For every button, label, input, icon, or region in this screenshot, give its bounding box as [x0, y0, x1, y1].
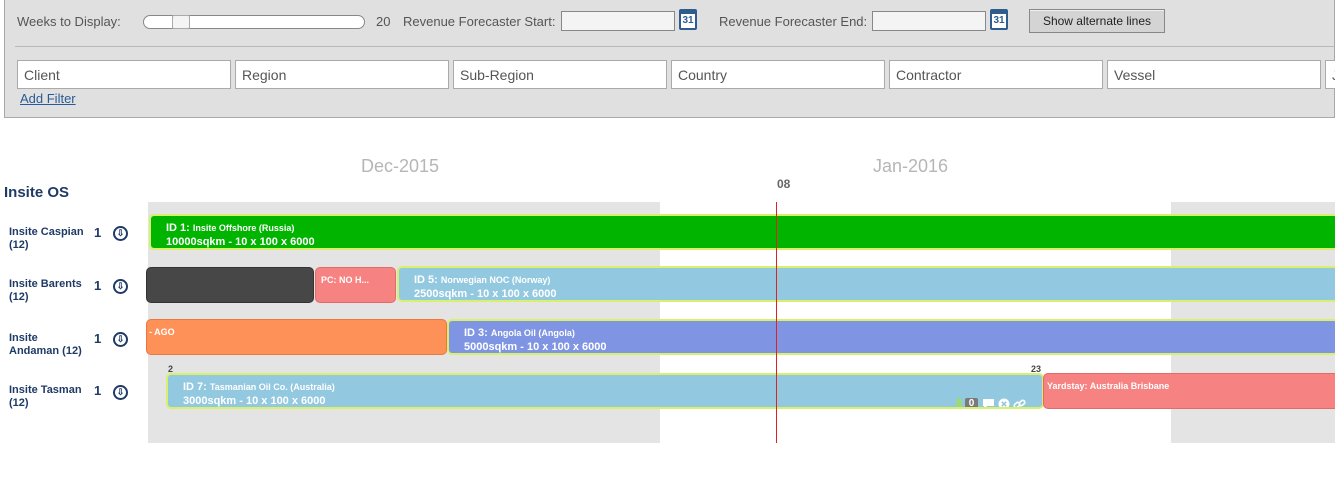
today-week-label: 08	[777, 177, 791, 191]
schedule-bar[interactable]: - AGO	[146, 319, 447, 355]
row-sub: (12)	[9, 239, 29, 251]
month-label: Dec-2015	[361, 156, 440, 176]
row-name: Insite	[9, 332, 38, 344]
bar-client: Norwegian NOC (Norway)	[440, 275, 551, 285]
comment-icon[interactable]	[982, 398, 995, 407]
download-icon[interactable]: ⇩	[113, 279, 128, 294]
row-count: 1	[94, 278, 102, 293]
vessel-filter[interactable]: Vessel	[1107, 60, 1321, 89]
panel-divider	[15, 46, 1335, 47]
bar-title: Yardstay: Australia Brisbane	[1047, 381, 1170, 391]
forecast-end-label: Revenue Forecaster End:	[719, 14, 868, 29]
next-filter[interactable]: J	[1325, 60, 1335, 89]
download-icon[interactable]: ⇩	[113, 332, 128, 347]
forecast-start-label: Revenue Forecaster Start:	[403, 14, 556, 29]
calendar-icon[interactable]: 31	[679, 9, 697, 30]
sub-region-filter[interactable]: Sub-Region	[453, 60, 667, 89]
add-filter-link[interactable]: Add Filter	[20, 91, 76, 106]
schedule-bar[interactable]	[146, 267, 314, 303]
count-badge[interactable]: 0	[965, 398, 978, 407]
row-name: Insite Tasman	[9, 384, 82, 396]
bar-detail: 3000sqkm - 10 x 100 x 6000	[183, 395, 326, 407]
row-name: Insite Caspian	[9, 226, 84, 238]
row-count: 1	[94, 225, 102, 240]
bar-detail: 5000sqkm - 10 x 100 x 6000	[464, 341, 607, 353]
schedule-bar[interactable]: Yardstay: Australia Brisbane	[1043, 373, 1335, 409]
client-filter[interactable]: Client	[17, 60, 231, 89]
bar-title: ID 3:	[464, 327, 488, 339]
cancel-icon[interactable]	[998, 398, 1010, 407]
row-sub: Andaman (12)	[9, 345, 82, 357]
row-label-tasman: Insite Tasman (12)	[9, 384, 99, 410]
weeks-label: Weeks to Display:	[17, 14, 121, 29]
weeks-slider[interactable]	[143, 15, 365, 29]
row-count: 1	[94, 331, 102, 346]
bar-detail: 2500sqkm - 10 x 100 x 6000	[414, 288, 557, 300]
download-icon[interactable]: ⇩	[113, 385, 128, 400]
schedule-bar[interactable]: PC: NO H...	[315, 267, 396, 303]
country-filter[interactable]: Country	[671, 60, 885, 89]
schedule-bar[interactable]: ID 7: Tasmanian Oil Co. (Australia) 3000…	[166, 373, 1044, 409]
bar-title: ID 7:	[183, 381, 207, 393]
weeks-value: 20	[376, 14, 391, 29]
bar-client: Angola Oil (Angola)	[490, 328, 575, 338]
bar-title: ID 5:	[414, 274, 438, 286]
row-label-barents: Insite Barents (12)	[9, 278, 99, 304]
row-label-caspian: Insite Caspian (12)	[9, 226, 99, 252]
row-label-andaman: Insite Andaman (12)	[9, 332, 99, 358]
bar-title: - AGO	[149, 327, 175, 337]
dollar-icon[interactable]: $	[955, 398, 963, 407]
month-label: Jan-2016	[873, 156, 949, 176]
bar-detail: 10000sqkm - 10 x 100 x 6000	[166, 236, 315, 248]
today-line	[776, 202, 777, 443]
forecast-end-input[interactable]	[872, 11, 986, 31]
filter-fields: Client Region Sub-Region Country Contrac…	[17, 60, 1335, 90]
group-title: Insite OS	[4, 184, 70, 201]
row-sub: (12)	[9, 397, 29, 409]
schedule-bar[interactable]: ID 1: Insite Offshore (Russia) 10000sqkm…	[149, 214, 1335, 250]
download-icon[interactable]: ⇩	[113, 226, 128, 241]
controls-row: Weeks to Display: 20 Revenue Forecaster …	[15, 9, 1335, 33]
row-name: Insite Barents	[9, 278, 82, 290]
bar-title: ID 1:	[166, 222, 190, 234]
bar-client: Tasmanian Oil Co. (Australia)	[209, 382, 335, 392]
region-filter[interactable]: Region	[235, 60, 449, 89]
weeks-slider-handle[interactable]	[172, 15, 190, 29]
filter-panel: Weeks to Display: 20 Revenue Forecaster …	[4, 0, 1335, 118]
row-count: 1	[94, 383, 102, 398]
calendar-icon[interactable]: 31	[990, 9, 1008, 30]
show-alternate-lines-button[interactable]: Show alternate lines	[1029, 9, 1165, 33]
row-sub: (12)	[9, 291, 29, 303]
bar-client: Insite Offshore (Russia)	[192, 223, 295, 233]
schedule-bar[interactable]: ID 3: Angola Oil (Angola) 5000sqkm - 10 …	[447, 319, 1335, 355]
forecast-start-input[interactable]	[561, 11, 675, 31]
link-icon[interactable]	[1013, 398, 1026, 407]
schedule-bar[interactable]: ID 5: Norwegian NOC (Norway) 2500sqkm - …	[397, 266, 1335, 302]
contractor-filter[interactable]: Contractor	[889, 60, 1103, 89]
bar-title: PC: NO H...	[321, 275, 370, 285]
